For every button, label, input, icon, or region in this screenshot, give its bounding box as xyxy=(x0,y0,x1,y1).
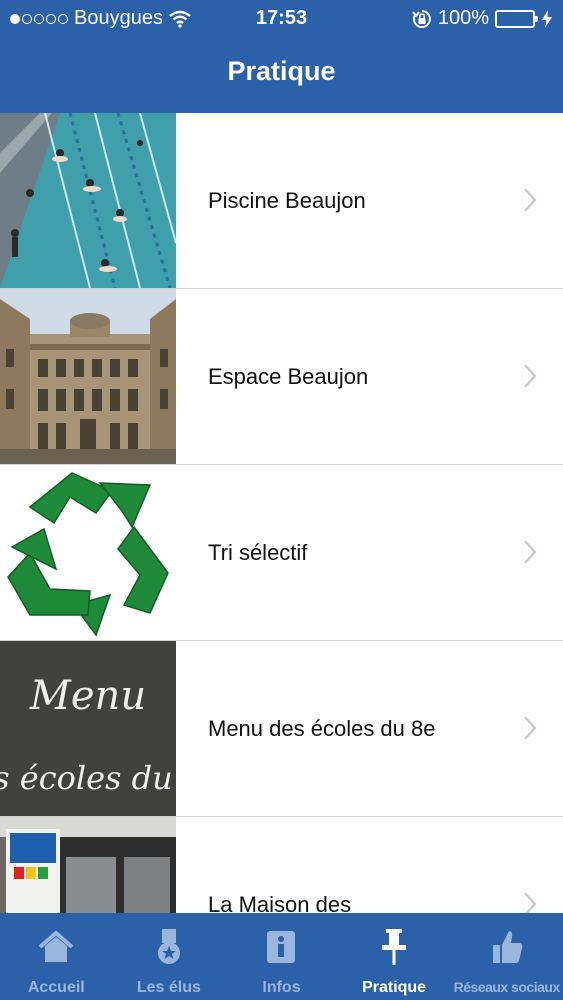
charging-bolt-icon xyxy=(542,9,552,28)
chalk-text-menu: Menu xyxy=(29,673,146,719)
tab-pratique[interactable]: Pratique xyxy=(338,913,451,1000)
info-icon xyxy=(267,931,296,963)
medal-icon xyxy=(157,929,180,964)
list-item-label: La Maison des xyxy=(208,891,352,914)
list-item-menu-ecoles[interactable]: Menu des écoles du 8e Menu des écoles du… xyxy=(0,641,563,817)
list-item-espace-beaujon[interactable]: Espace Beaujon xyxy=(0,289,563,465)
recycling-symbol xyxy=(0,465,176,640)
tab-label: Accueil xyxy=(27,979,85,996)
status-right: 100% xyxy=(412,7,553,30)
tab-label: Infos xyxy=(262,979,301,996)
chevron-right-icon xyxy=(524,892,537,913)
header-bar: Bouygues 17:53 100% Pratique xyxy=(0,0,563,113)
thumbs-up-icon xyxy=(492,931,522,963)
pratique-list: Piscine Beaujon Espace Beaujon Tri sélec… xyxy=(0,113,563,913)
chalk-text-ecoles: des écoles du 8e xyxy=(0,759,176,797)
battery-percent: 100% xyxy=(437,7,489,29)
chevron-right-icon xyxy=(524,364,537,388)
list-item-label: Menu des écoles du 8e xyxy=(208,715,436,741)
tab-reseaux-sociaux[interactable]: Réseaux sociaux xyxy=(450,913,563,1000)
building-photo xyxy=(0,289,176,464)
tab-label: Réseaux sociaux xyxy=(453,979,561,995)
page-title: Pratique xyxy=(227,56,336,86)
list-item-maison-associations[interactable]: La Maison des xyxy=(0,817,563,913)
status-bar: Bouygues 17:53 100% xyxy=(0,0,563,38)
tab-accueil[interactable]: Accueil xyxy=(0,913,113,1000)
chevron-right-icon xyxy=(524,540,537,564)
chevron-right-icon xyxy=(524,716,537,740)
list-item-label: Piscine Beaujon xyxy=(208,187,366,213)
tab-bar: Accueil Les élus Infos Pratique Réseaux … xyxy=(0,913,563,1000)
storefront-photo xyxy=(0,817,176,913)
battery-icon xyxy=(495,9,538,28)
list-item-tri-selectif[interactable]: Tri sélectif xyxy=(0,465,563,641)
chalkboard-photo: Menu des écoles du 8e xyxy=(0,641,176,816)
swimming-pool-photo xyxy=(0,113,176,288)
list-item-piscine-beaujon[interactable]: Piscine Beaujon xyxy=(0,113,563,289)
chevron-right-icon xyxy=(524,188,537,212)
pushpin-icon xyxy=(382,929,407,965)
tab-label: Les élus xyxy=(136,979,201,996)
tab-label: Pratique xyxy=(362,979,427,996)
rotation-lock-icon xyxy=(412,9,431,28)
tab-les-elus[interactable]: Les élus xyxy=(113,913,226,1000)
list-item-label: Tri sélectif xyxy=(208,539,308,565)
home-icon xyxy=(38,931,74,962)
tab-infos[interactable]: Infos xyxy=(225,913,338,1000)
list-item-label: Espace Beaujon xyxy=(208,363,369,389)
